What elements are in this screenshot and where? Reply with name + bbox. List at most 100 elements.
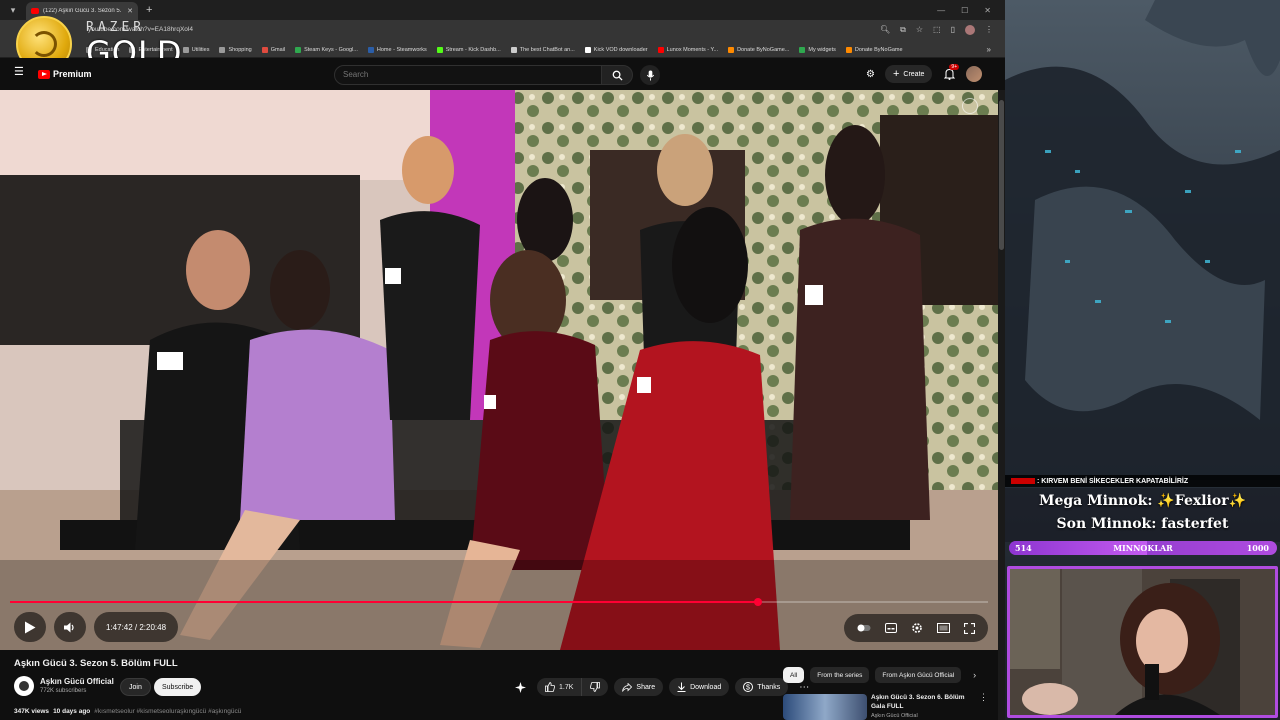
hashtags[interactable]: #kısmetseolur #kismetseoluraşkıngücü #aş… xyxy=(94,708,241,715)
minimize-icon[interactable]: — xyxy=(937,6,945,15)
bookmark-star-icon[interactable]: ☆ xyxy=(916,25,923,35)
minnok-goal-bar: 514 MINNOKLAR 1000 xyxy=(1009,541,1277,555)
bookmark-favicon-icon xyxy=(728,46,735,53)
play-button[interactable] xyxy=(14,612,46,642)
subscriber-count: 772K subscribers xyxy=(40,688,87,694)
video-actions: 1.7K Share Download $ Thanks ⋯ xyxy=(510,678,814,696)
search-button[interactable] xyxy=(601,65,633,85)
razer-wordmark: RAZER xyxy=(86,20,146,35)
bookmark-favicon-icon xyxy=(657,46,664,53)
like-button[interactable]: 1.7K xyxy=(537,678,583,696)
close-window-icon[interactable]: ✕ xyxy=(984,6,991,15)
chip-from-channel[interactable]: From Aşkın Gücü Official xyxy=(875,667,962,683)
thanks-icon: $ xyxy=(743,682,754,692)
browser-window: ▾ (122) Aşkın Gücü 3. Sezon 5. Bö ✕ + — … xyxy=(0,0,1005,720)
browser-menu-icon[interactable]: ⋮ xyxy=(985,25,993,35)
search-box xyxy=(334,65,602,85)
player-controls-right xyxy=(844,614,988,642)
youtube-logo[interactable]: Premium xyxy=(38,69,92,79)
bookmarks-overflow-icon[interactable]: » xyxy=(987,45,991,54)
bookmark-favicon-icon xyxy=(510,46,517,53)
tab-title: (122) Aşkın Gücü 3. Sezon 5. Bö xyxy=(43,8,124,14)
bookmark-label: Donate ByNoGame... xyxy=(737,46,790,53)
recommended-more-icon[interactable]: ⋮ xyxy=(979,692,988,703)
page-scrollbar[interactable] xyxy=(998,90,1005,720)
tab-search-icon[interactable]: ▾ xyxy=(6,3,20,17)
progress-bar[interactable] xyxy=(10,598,988,606)
bookmark-item[interactable]: Home - Steamworks xyxy=(367,46,427,53)
cast-screen-icon[interactable]: ⚙︎ xyxy=(866,69,875,80)
chevron-right-icon[interactable]: › xyxy=(973,670,976,680)
create-button[interactable]: + Create xyxy=(884,65,933,83)
sidepanel-icon[interactable]: ▯ xyxy=(951,25,955,35)
hamburger-menu-icon[interactable]: ☰ xyxy=(14,67,25,78)
recommended-thumbnail[interactable] xyxy=(783,694,867,720)
dislike-button[interactable] xyxy=(582,678,608,696)
thanks-label: Thanks xyxy=(757,683,781,691)
bookmark-label: Gmail xyxy=(270,46,286,53)
user-avatar[interactable] xyxy=(966,66,983,82)
folder-icon xyxy=(219,46,226,53)
profile-avatar[interactable] xyxy=(965,25,975,35)
bookmark-label: The best ChatBot an... xyxy=(519,46,575,53)
notifications-button[interactable]: 9+ xyxy=(942,64,960,81)
screen: ▾ (122) Aşkın Gücü 3. Sezon 5. Bö ✕ + — … xyxy=(0,0,1280,720)
bookmark-item[interactable]: My widgets xyxy=(799,46,836,53)
recommended-channel: Aşkın Gücü Official xyxy=(871,713,918,719)
bookmark-label: My widgets xyxy=(808,46,836,53)
download-button[interactable]: Download xyxy=(669,678,730,696)
folder-icon xyxy=(182,46,189,53)
bookmark-label: Donate ByNoGame xyxy=(854,46,903,53)
share-button[interactable]: Share xyxy=(614,678,664,696)
recommended-video[interactable]: Aşkın Gücü 3. Sezon 6. Bölüm Gala FULL A… xyxy=(783,692,993,720)
ask-button[interactable] xyxy=(510,678,531,696)
chip-all[interactable]: All xyxy=(783,667,805,683)
settings-gear-icon[interactable] xyxy=(911,622,923,634)
video-player[interactable]: 1:47:42 / 2:20:48 xyxy=(0,90,998,650)
bookmark-item[interactable]: Utilities xyxy=(182,46,210,53)
cast-icon[interactable]: ⧉ xyxy=(900,25,906,35)
theater-mode-icon[interactable] xyxy=(937,623,950,633)
window-controls: — ☐ ✕ xyxy=(937,6,1005,15)
mega-minnok-text: Mega Minnok: ✨Fexlior✨ xyxy=(1038,493,1247,509)
thanks-button[interactable]: $ Thanks xyxy=(735,678,789,696)
tab-close-icon[interactable]: ✕ xyxy=(127,7,133,15)
zoom-icon[interactable]: 🔍︎ xyxy=(880,25,890,35)
bookmark-item[interactable]: Steam Keys - Googl... xyxy=(295,46,358,53)
channel-avatar[interactable] xyxy=(14,676,34,696)
bookmark-item[interactable]: Donate ByNoGame... xyxy=(728,46,790,53)
bookmark-item[interactable]: The best ChatBot an... xyxy=(510,46,575,53)
extensions-icon[interactable]: ⬚ xyxy=(933,25,941,35)
stream-overlay-panel: : KIRVEM BENİ SİKECEKLER KAPATABİLİRİZ M… xyxy=(1005,0,1280,720)
youtube-favicon-icon xyxy=(31,8,39,14)
search-input[interactable] xyxy=(343,70,583,79)
bookmark-item[interactable]: Shopping xyxy=(219,46,252,53)
bookmark-item[interactable]: Donate ByNoGame xyxy=(845,46,903,53)
recommended-title[interactable]: Aşkın Gücü 3. Sezon 6. Bölüm Gala FULL xyxy=(871,693,977,711)
video-title: Aşkın Gücü 3. Sezon 5. Bölüm FULL xyxy=(14,658,178,669)
chip-from-series[interactable]: From the series xyxy=(810,667,870,683)
bookmark-label: Utilities xyxy=(191,46,210,53)
header-actions: ⚙︎ + Create 9+ xyxy=(866,64,983,83)
autoplay-toggle-icon[interactable] xyxy=(857,623,871,633)
streamer-webcam-image xyxy=(1010,569,1275,715)
fullscreen-icon[interactable] xyxy=(964,622,975,634)
bookmark-label: Shopping xyxy=(228,46,252,53)
subtitles-icon[interactable] xyxy=(885,623,897,633)
share-icon xyxy=(622,682,633,692)
bookmark-item[interactable]: Lunox Moments - Y... xyxy=(657,46,718,53)
bookmark-item[interactable]: Gmail xyxy=(261,46,286,53)
new-tab-icon[interactable]: + xyxy=(146,4,152,16)
bookmark-item[interactable]: Kick VOD downloader xyxy=(584,46,648,53)
bookmark-item[interactable]: Stream - Kick Dashb... xyxy=(436,46,501,53)
description-preview[interactable]: 347K views 10 days ago #kısmetseolur #ki… xyxy=(14,708,241,715)
like-count: 1.7K xyxy=(559,683,574,691)
minnok-panel: Mega Minnok: ✨Fexlior✨ Son Minnok: faste… xyxy=(1005,488,1280,542)
join-button[interactable]: Join xyxy=(120,678,151,696)
subscribe-button[interactable]: Subscribe xyxy=(154,678,202,696)
channel-name[interactable]: Aşkın Gücü Official xyxy=(40,677,114,686)
voice-search-button[interactable] xyxy=(640,65,660,85)
maximize-icon[interactable]: ☐ xyxy=(961,6,968,15)
volume-button[interactable] xyxy=(54,612,86,642)
scrollbar-thumb[interactable] xyxy=(999,100,1004,250)
